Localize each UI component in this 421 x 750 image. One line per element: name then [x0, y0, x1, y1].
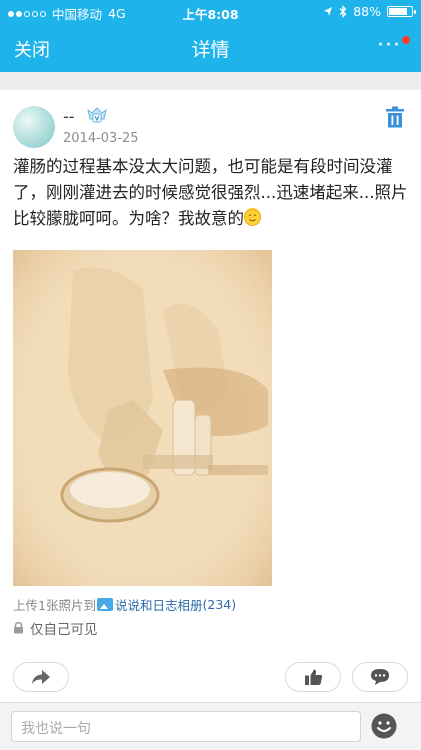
location-arrow-icon — [324, 7, 333, 16]
upload-prefix: 上传1张照片到 — [13, 598, 96, 613]
post-photo[interactable] — [13, 250, 272, 586]
privacy-info: 仅自己可见 — [13, 618, 98, 638]
post-date: 2014-03-25 — [63, 131, 139, 146]
comment-input[interactable]: 我也说一句 — [11, 711, 361, 742]
battery-percent: 88% — [353, 4, 381, 19]
top-bar: 中国移动 4G 上午8:08 88% 关闭 详情 ··· — [0, 0, 421, 72]
emoji-picker-icon[interactable] — [371, 713, 397, 739]
status-bar: 中国移动 4G 上午8:08 88% — [0, 0, 421, 24]
more-icon: ··· — [377, 33, 401, 58]
bluetooth-icon — [339, 5, 347, 18]
like-icon — [304, 669, 322, 685]
avatar[interactable] — [13, 106, 55, 148]
share-button[interactable] — [13, 662, 69, 692]
post-text-body: 灌肠的过程基本没太大问题，也可能是有段时间没灌了，刚刚灌进去的时候感觉很强烈..… — [13, 157, 408, 228]
album-count[interactable]: (234) — [202, 597, 236, 612]
upload-info: 上传1张照片到 说说和日志相册 (234) — [13, 595, 236, 614]
author-name[interactable]: -- — [63, 107, 75, 126]
post-card: -- 2014-03-25 灌肠的过程基本没太大问题，也可能是有段时间没灌了，刚… — [0, 90, 421, 702]
vip-badge-icon[interactable] — [86, 106, 108, 126]
nav-bar: 关闭 详情 ··· — [0, 24, 421, 72]
like-button[interactable] — [285, 662, 341, 692]
lock-icon — [14, 622, 23, 634]
album-icon — [96, 598, 113, 611]
album-link[interactable]: 说说和日志相册 — [115, 595, 203, 614]
emoji-icon — [244, 208, 261, 226]
share-icon — [32, 670, 50, 684]
page-title: 详情 — [191, 39, 230, 61]
notification-dot — [402, 36, 410, 44]
battery-icon — [387, 6, 416, 17]
screen: 中国移动 4G 上午8:08 88% 关闭 详情 ··· -- 2014-03-… — [0, 0, 421, 750]
privacy-label: 仅自己可见 — [30, 622, 98, 638]
trash-icon[interactable] — [385, 106, 405, 128]
comment-button[interactable] — [352, 662, 408, 692]
comment-icon — [371, 669, 389, 685]
post-text: 灌肠的过程基本没太大问题，也可能是有段时间没灌了，刚刚灌进去的时候感觉很强烈..… — [13, 154, 409, 232]
comment-bar: 我也说一句 — [0, 702, 421, 750]
more-button[interactable]: ··· — [377, 32, 410, 60]
battery-level — [389, 8, 408, 15]
